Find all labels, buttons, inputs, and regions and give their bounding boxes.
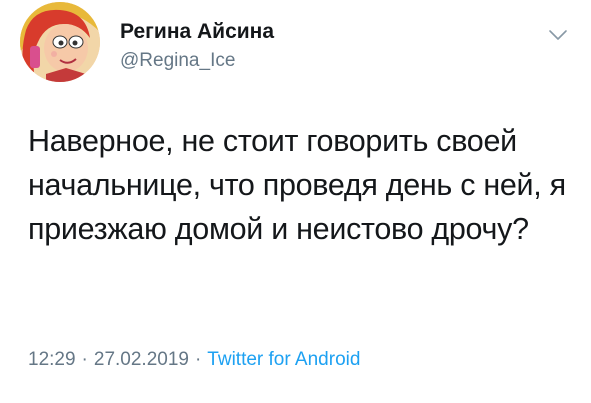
- cartoon-character-avatar-image: [20, 2, 100, 82]
- tweet-time[interactable]: 12:29: [28, 349, 76, 370]
- author-display-name[interactable]: Регина Айсина: [120, 20, 274, 44]
- meta-separator: ·: [81, 349, 88, 370]
- author-handle[interactable]: @Regina_Ice: [120, 50, 235, 72]
- avatar[interactable]: [20, 2, 100, 82]
- tweet-meta: 12:29 · 27.02.2019 · Twitter for Android: [28, 348, 360, 372]
- tweet-date[interactable]: 27.02.2019: [94, 349, 189, 370]
- chevron-down-icon[interactable]: [548, 28, 568, 42]
- tweet-text: Наверное, не стоит говорить своей началь…: [28, 124, 566, 246]
- tweet-source-link[interactable]: Twitter for Android: [207, 349, 360, 370]
- meta-separator: ·: [194, 349, 202, 370]
